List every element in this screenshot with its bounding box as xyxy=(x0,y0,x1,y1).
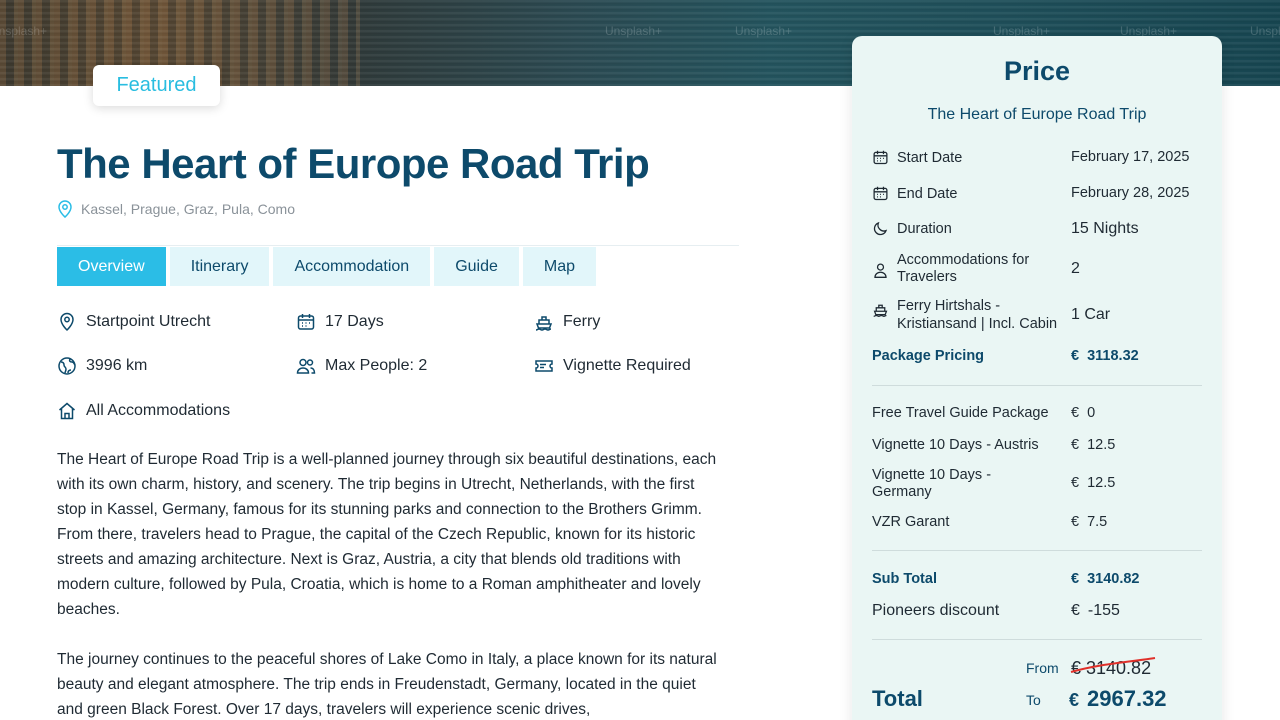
description-paragraph: The Heart of Europe Road Trip is a well-… xyxy=(57,451,717,618)
calendar-icon xyxy=(873,150,888,165)
extra-value: €0 xyxy=(1071,405,1096,421)
fact-text: 3996 km xyxy=(86,357,148,374)
map-pin-icon xyxy=(58,200,72,218)
start-date-value: February 17, 2025 xyxy=(1071,149,1190,165)
price-divider xyxy=(872,639,1202,640)
extra-label: VZR Garant xyxy=(872,514,950,530)
extra-value: €12.5 xyxy=(1071,437,1116,453)
duration-value: 15 Nights xyxy=(1071,220,1139,237)
ferry-icon xyxy=(535,316,553,331)
extra-label: Vignette 10 Days - Germany xyxy=(872,467,992,500)
calendar-icon xyxy=(297,314,315,330)
tab-overview[interactable]: Overview xyxy=(57,247,166,286)
featured-badge: Featured xyxy=(93,65,220,106)
discount-label: Pioneers discount xyxy=(872,602,1000,619)
fact-text: Max People: 2 xyxy=(325,357,428,374)
ticket-icon xyxy=(535,360,553,372)
tab-map[interactable]: Map xyxy=(522,247,597,286)
package-pricing-value: €3118.32 xyxy=(1071,348,1139,364)
extra-value: €7.5 xyxy=(1071,514,1108,530)
price-subtitle: The Heart of Europe Road Trip xyxy=(927,106,1147,123)
globe-icon xyxy=(58,357,76,375)
ferry-label: Ferry Hirtshals - xyxy=(897,298,1001,314)
watermark: Unsplash+ xyxy=(1250,24,1280,38)
subtotal-label: Sub Total xyxy=(872,571,937,587)
fact-distance: 3996 km xyxy=(57,356,147,376)
map-pin-icon xyxy=(60,312,74,332)
new-total-price: €2967.32 xyxy=(1069,686,1167,711)
ferry-value: 1 Car xyxy=(1071,306,1111,323)
extra-label: Free Travel Guide Package xyxy=(872,405,1049,421)
tab-bar: Overview Itinerary Accommodation Guide M… xyxy=(57,247,597,286)
extra-value: €12.5 xyxy=(1071,475,1116,491)
fact-accommodations: All Accommodations xyxy=(57,401,230,421)
fact-text: Vignette Required xyxy=(563,357,691,374)
watermark: Unsplash+ xyxy=(0,24,48,38)
home-icon xyxy=(59,402,75,420)
price-panel: Price The Heart of Europe Road Trip Star… xyxy=(852,36,1222,720)
trip-location: Kassel, Prague, Graz, Pula, Como xyxy=(57,200,295,218)
price-title: Price xyxy=(1003,56,1071,86)
price-divider xyxy=(872,385,1202,386)
discount-value: € -155 xyxy=(1071,602,1120,619)
extra-label: Vignette 10 Days - Austris xyxy=(872,437,1039,453)
watermark: Unsplash+ xyxy=(735,24,793,38)
strikethrough-mark xyxy=(1070,657,1156,673)
duration-label: Duration xyxy=(897,220,952,237)
start-date-label: Start Date xyxy=(897,149,963,166)
total-label: Total xyxy=(872,686,923,711)
tabs-divider xyxy=(57,245,739,246)
user-icon xyxy=(874,263,887,278)
tab-guide[interactable]: Guide xyxy=(434,247,519,286)
fact-text: Startpoint Utrecht xyxy=(86,313,211,330)
moon-icon xyxy=(873,221,888,236)
tab-itinerary[interactable]: Itinerary xyxy=(169,247,270,286)
fact-days: 17 Days xyxy=(296,312,384,332)
end-date-label: End Date xyxy=(897,185,958,202)
to-label: To xyxy=(1026,692,1041,708)
subtotal-value: €3140.82 xyxy=(1071,571,1140,587)
fact-vignette: Vignette Required xyxy=(534,356,691,376)
ferry-label-2: Kristiansand | Incl. Cabin xyxy=(897,316,1058,332)
description-paragraph: The journey continues to the peaceful sh… xyxy=(57,651,717,718)
travelers-value: 2 xyxy=(1071,260,1080,277)
fact-text: 17 Days xyxy=(325,313,384,330)
travelers-label-2: Travelers xyxy=(897,269,957,285)
watermark: Unsplash+ xyxy=(605,24,663,38)
calendar-icon xyxy=(873,186,888,201)
price-divider xyxy=(872,550,1202,551)
users-icon xyxy=(296,358,316,374)
travelers-label: Accommodations for xyxy=(897,252,1030,268)
fact-transport: Ferry xyxy=(534,312,600,332)
location-text: Kassel, Prague, Graz, Pula, Como xyxy=(81,201,295,217)
fact-startpoint: Startpoint Utrecht xyxy=(57,312,211,332)
fact-max-people: Max People: 2 xyxy=(296,356,427,376)
ferry-icon xyxy=(873,304,888,317)
fact-text: All Accommodations xyxy=(86,402,231,419)
package-pricing-label: Package Pricing xyxy=(872,348,985,364)
page-title: The Heart of Europe Road Trip xyxy=(57,140,650,187)
from-label: From xyxy=(1026,660,1059,676)
tab-accommodation[interactable]: Accommodation xyxy=(273,247,431,286)
trip-description: The Heart of Europe Road Trip is a well-… xyxy=(57,447,717,720)
fact-text: Ferry xyxy=(563,313,601,330)
end-date-value: February 28, 2025 xyxy=(1071,185,1190,201)
